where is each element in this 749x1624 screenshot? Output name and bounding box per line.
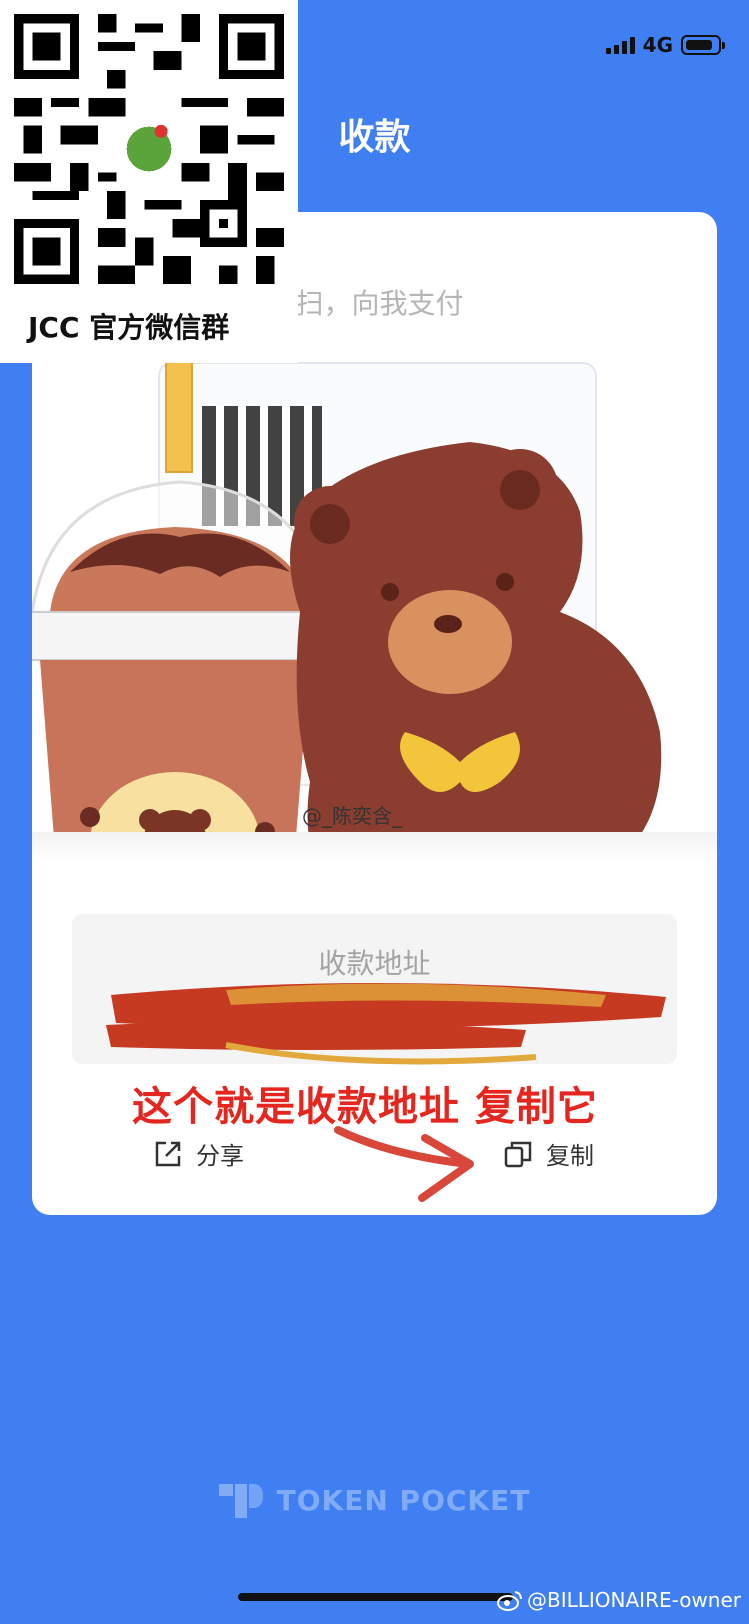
copy-button[interactable]: 复制 bbox=[502, 1136, 594, 1171]
signal-bars-icon bbox=[605, 36, 635, 54]
copy-icon bbox=[504, 1141, 532, 1167]
battery-icon bbox=[681, 35, 725, 55]
bear-snout bbox=[388, 590, 512, 694]
copy-label: 复制 bbox=[546, 1142, 594, 1170]
weibo-credit: @BILLIONAIRE-owner bbox=[496, 1588, 741, 1612]
wechat-qr-code-icon bbox=[14, 14, 284, 284]
brand-name: TOKEN POCKET bbox=[276, 1483, 531, 1517]
network-type: 4G bbox=[642, 33, 673, 57]
address-redaction-scribble bbox=[106, 982, 666, 1065]
sticker-fade bbox=[32, 832, 717, 862]
weibo-watermark: @_陈奕含_ bbox=[302, 804, 402, 828]
weibo-icon bbox=[496, 1591, 522, 1611]
share-icon bbox=[155, 1141, 181, 1166]
annotation-arrow-icon bbox=[334, 1126, 474, 1202]
cup-rim bbox=[32, 611, 341, 661]
tokenpocket-logo-icon bbox=[218, 1484, 263, 1518]
status-bar: 4G bbox=[605, 30, 725, 60]
share-button[interactable]: 分享 bbox=[152, 1136, 244, 1171]
share-label: 分享 bbox=[196, 1142, 244, 1170]
credit-text: @BILLIONAIRE-owner bbox=[526, 1588, 741, 1612]
wechat-group-poster: JCC 官方微信群 bbox=[0, 0, 298, 363]
straw bbox=[165, 351, 193, 473]
sticker-overlay bbox=[32, 351, 662, 852]
poster-label: JCC 官方微信群 bbox=[28, 311, 230, 344]
brand-footer: TOKEN POCKET bbox=[0, 1480, 749, 1520]
home-indicator[interactable] bbox=[238, 1593, 513, 1601]
